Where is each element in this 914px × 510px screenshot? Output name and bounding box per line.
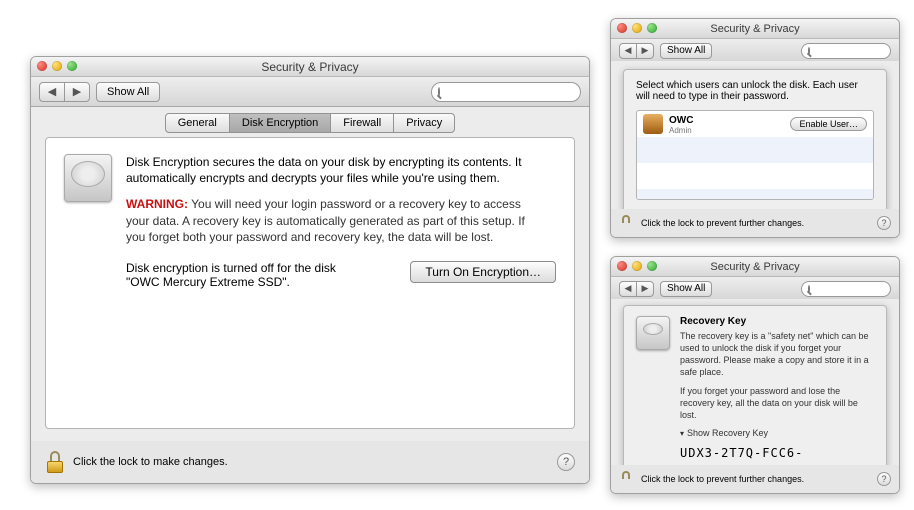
titlebar: Security & Privacy [611, 257, 899, 277]
minimize-icon[interactable] [632, 23, 642, 33]
hard-drive-icon [64, 154, 112, 202]
minimize-icon[interactable] [632, 261, 642, 271]
footer-bar: Click the lock to make changes. ? [31, 441, 589, 483]
help-button[interactable]: ? [877, 216, 891, 230]
enable-user-button[interactable]: Enable User… [790, 117, 867, 131]
hard-drive-icon [636, 316, 670, 350]
forward-button[interactable]: ▶ [636, 43, 654, 59]
footer-bar: Click the lock to prevent further change… [611, 209, 899, 237]
window-title: Security & Privacy [31, 60, 589, 74]
lock-icon[interactable] [45, 451, 65, 473]
status-text: Disk encryption is turned off for the di… [126, 261, 392, 289]
tabs: General Disk Encryption Firewall Privacy [31, 113, 589, 133]
warning-text: WARNING: You will need your login passwo… [126, 196, 546, 245]
search-input[interactable] [814, 45, 900, 57]
search-icon [808, 285, 810, 293]
tab-privacy[interactable]: Privacy [393, 113, 455, 133]
toolbar: ◀ ▶ Show All [31, 77, 589, 107]
search-field[interactable] [431, 82, 581, 102]
search-field[interactable] [801, 281, 891, 297]
toolbar: ◀▶ Show All [611, 39, 899, 63]
search-input[interactable] [444, 86, 586, 98]
lock-icon[interactable] [619, 471, 633, 487]
zoom-icon[interactable] [647, 23, 657, 33]
avatar-icon [643, 114, 663, 134]
back-button[interactable]: ◀ [619, 281, 637, 297]
description-text: Disk Encryption secures the data on your… [126, 154, 556, 186]
show-recovery-key-toggle[interactable]: ▾Show Recovery Key [680, 427, 874, 440]
search-input[interactable] [814, 283, 900, 295]
nav-segment: ◀ ▶ [39, 82, 90, 102]
traffic-lights [617, 23, 657, 33]
back-button[interactable]: ◀ [39, 82, 65, 102]
close-icon[interactable] [37, 61, 47, 71]
recovery-key-text1: The recovery key is a "safety net" which… [680, 330, 874, 379]
window-body: Select which users can unlock the disk. … [611, 61, 899, 237]
window-body: General Disk Encryption Firewall Privacy… [31, 107, 589, 483]
user-name: OWC [669, 115, 693, 126]
recovery-key-window: Security & Privacy ◀▶ Show All Recovery … [610, 256, 900, 494]
window-body: Recovery Key The recovery key is a "safe… [611, 299, 899, 493]
lock-message: Click the lock to prevent further change… [641, 218, 877, 228]
lock-icon[interactable] [619, 215, 633, 231]
disclosure-triangle-icon: ▾ [680, 429, 684, 438]
user-list: OWC Admin Enable User… [636, 110, 874, 200]
footer-bar: Click the lock to prevent further change… [611, 465, 899, 493]
user-row-empty [637, 137, 873, 163]
search-icon [438, 87, 440, 97]
toolbar: ◀▶ Show All [611, 277, 899, 301]
lock-message: Click the lock to make changes. [73, 456, 557, 468]
zoom-icon[interactable] [647, 261, 657, 271]
tab-firewall[interactable]: Firewall [330, 113, 394, 133]
recovery-key-text2: If you forget your password and lose the… [680, 385, 874, 421]
forward-button[interactable]: ▶ [636, 281, 654, 297]
back-button[interactable]: ◀ [619, 43, 637, 59]
user-role: Admin [669, 126, 693, 135]
titlebar: Security & Privacy [611, 19, 899, 39]
titlebar: Security & Privacy [31, 57, 589, 77]
show-all-button[interactable]: Show All [660, 281, 712, 297]
forward-button[interactable]: ▶ [64, 82, 90, 102]
main-window: Security & Privacy ◀ ▶ Show All General … [30, 56, 590, 484]
traffic-lights [37, 61, 77, 71]
traffic-lights [617, 261, 657, 271]
zoom-icon[interactable] [67, 61, 77, 71]
tab-disk-encryption[interactable]: Disk Encryption [229, 113, 331, 133]
show-all-button[interactable]: Show All [660, 43, 712, 59]
recovery-key-heading: Recovery Key [680, 316, 874, 327]
users-window: Security & Privacy ◀▶ Show All Select wh… [610, 18, 900, 238]
turn-on-encryption-button[interactable]: Turn On Encryption… [410, 261, 556, 283]
user-row[interactable]: OWC Admin Enable User… [637, 111, 873, 137]
warning-label: WARNING: [126, 197, 188, 211]
sheet-message: Select which users can unlock the disk. … [636, 80, 874, 102]
search-icon [808, 47, 810, 55]
recovery-key-value: UDX3-2T7Q-FCC6- [680, 446, 874, 460]
close-icon[interactable] [617, 261, 627, 271]
help-button[interactable]: ? [557, 453, 575, 471]
search-field[interactable] [801, 43, 891, 59]
minimize-icon[interactable] [52, 61, 62, 71]
user-row-empty [637, 163, 873, 189]
close-icon[interactable] [617, 23, 627, 33]
show-all-button[interactable]: Show All [96, 82, 160, 102]
user-row-empty [637, 189, 873, 200]
help-button[interactable]: ? [877, 472, 891, 486]
lock-message: Click the lock to prevent further change… [641, 474, 877, 484]
tab-general[interactable]: General [165, 113, 230, 133]
disk-encryption-pane: Disk Encryption secures the data on your… [45, 137, 575, 429]
